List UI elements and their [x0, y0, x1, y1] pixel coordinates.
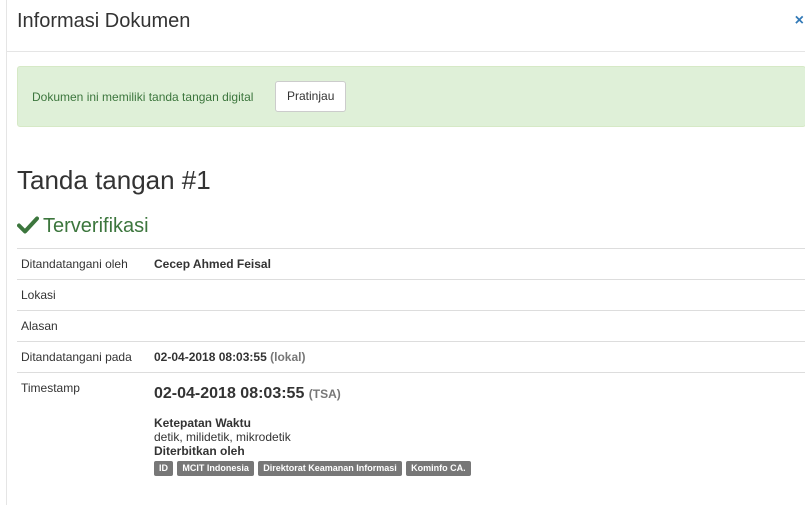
issuer-label: ID	[154, 461, 173, 476]
preview-button[interactable]: Pratinjau	[275, 81, 347, 112]
issuer-labels: ID MCIT Indonesia Direktorat Keamanan In…	[154, 460, 802, 476]
table-row: Alasan	[17, 310, 805, 342]
reason-value	[150, 310, 805, 342]
issuer-label: Kominfo CA.	[406, 461, 471, 476]
signature-title: Tanda tangan #1	[17, 165, 211, 195]
signed-at-label: Ditandatangani pada	[17, 341, 150, 373]
signed-at-cell: 02-04-2018 08:03:55 (lokal)	[150, 341, 805, 373]
verification-status: Terverifikasi	[17, 215, 149, 238]
issuer-label: MCIT Indonesia	[177, 461, 254, 476]
signed-by-label: Ditandatangani oleh	[17, 248, 150, 280]
close-button[interactable]: ×	[795, 12, 804, 30]
timestamp-cell: 02-04-2018 08:03:55 (TSA) Ketepatan Wakt…	[150, 372, 805, 484]
table-row: Lokasi	[17, 279, 805, 311]
accuracy-heading: Ketepatan Waktu	[154, 416, 251, 430]
document-info-modal: Informasi Dokumen × Dokumen ini memiliki…	[6, 0, 805, 505]
issuer-label: Direktorat Keamanan Informasi	[258, 461, 402, 476]
accuracy-section: Ketepatan Waktu detik, milidetik, mikrod…	[154, 416, 802, 476]
timestamp-value: 02-04-2018 08:03:55	[154, 385, 305, 402]
signature-alert: Dokumen ini memiliki tanda tangan digita…	[17, 66, 805, 127]
modal-title: Informasi Dokumen	[17, 10, 191, 32]
reason-label: Alasan	[17, 310, 150, 342]
signed-at-suffix: (lokal)	[270, 350, 306, 364]
location-label: Lokasi	[17, 279, 150, 311]
timestamp-suffix: (TSA)	[308, 387, 341, 401]
signature-info-table: Ditandatangani oleh Cecep Ahmed Feisal L…	[17, 248, 805, 484]
table-row: Ditandatangani oleh Cecep Ahmed Feisal	[17, 248, 805, 280]
table-row: Timestamp 02-04-2018 08:03:55 (TSA) Kete…	[17, 372, 805, 484]
check-icon	[17, 216, 39, 234]
signed-at-value: 02-04-2018 08:03:55	[154, 350, 267, 364]
alert-message: Dokumen ini memiliki tanda tangan digita…	[32, 90, 254, 104]
issuer-heading: Diterbitkan oleh	[154, 444, 245, 458]
signed-by-value: Cecep Ahmed Feisal	[150, 248, 805, 280]
location-value	[150, 279, 805, 311]
verification-status-text: Terverifikasi	[43, 215, 149, 237]
timestamp-main: 02-04-2018 08:03:55 (TSA)	[154, 385, 802, 403]
table-row: Ditandatangani pada 02-04-2018 08:03:55 …	[17, 341, 805, 373]
modal-header: Informasi Dokumen ×	[7, 0, 805, 52]
timestamp-label: Timestamp	[17, 372, 150, 484]
accuracy-value: detik, milidetik, mikrodetik	[154, 430, 291, 444]
